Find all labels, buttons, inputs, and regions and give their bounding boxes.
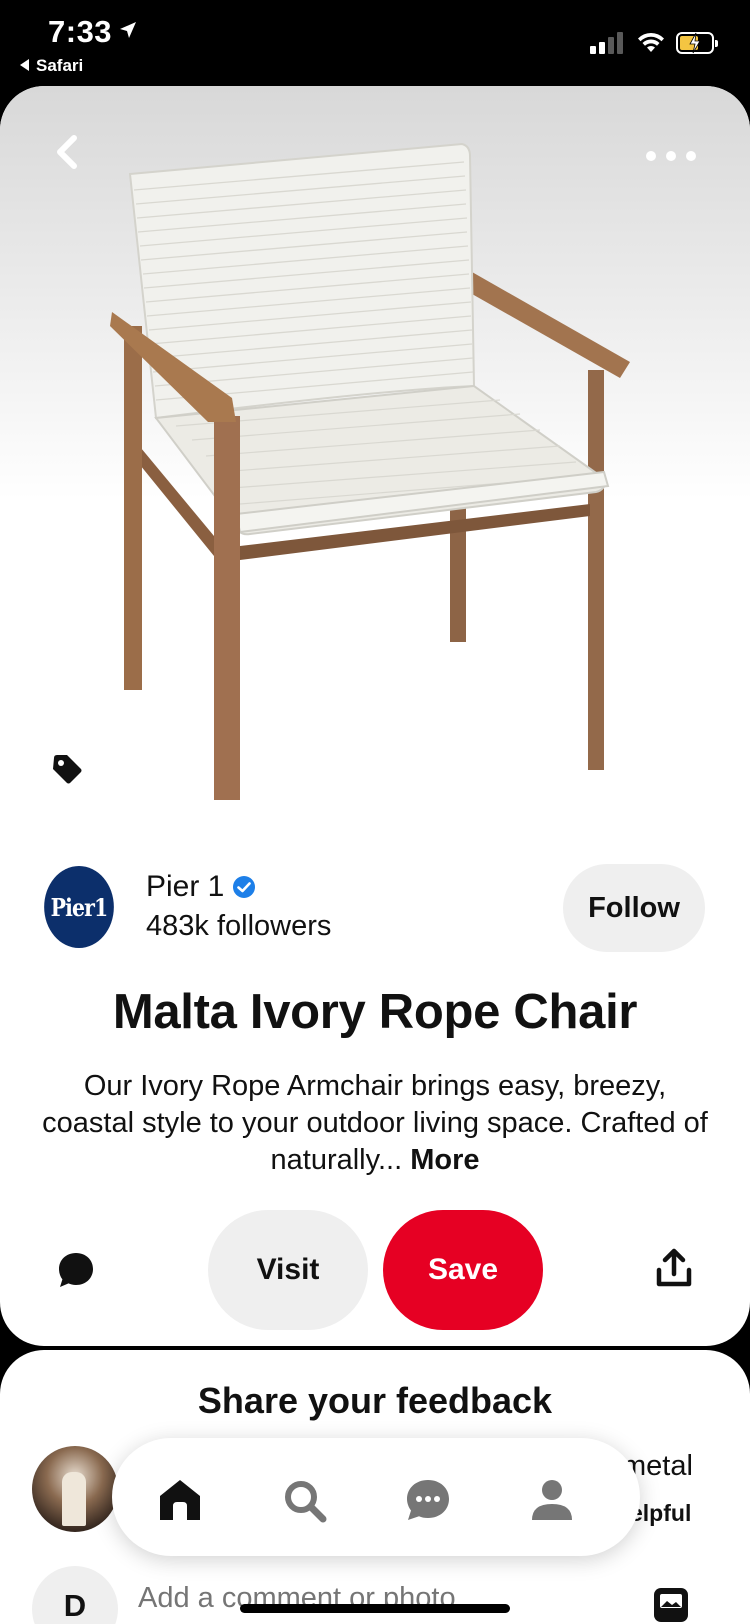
signal-icon <box>590 32 628 54</box>
user-avatar[interactable]: D <box>32 1566 118 1624</box>
feedback-title: Share your feedback <box>197 1380 553 1421</box>
wifi-icon <box>638 32 664 52</box>
commenter-avatar[interactable] <box>32 1446 118 1532</box>
save-button[interactable]: Save <box>383 1210 543 1330</box>
follower-count: 483k followers <box>146 910 332 942</box>
verified-badge-icon <box>233 876 256 898</box>
profile-icon[interactable] <box>528 1476 576 1524</box>
pin-title: Malta Ivory Rope Chair <box>112 985 638 1039</box>
creator-row: Pier1 Pier 1 483k followers Follow <box>38 864 718 954</box>
visit-button[interactable]: Visit <box>208 1210 368 1330</box>
description-text: Our Ivory Rope Armchair brings easy, bre… <box>42 1070 708 1176</box>
creator-name-text: Pier 1 <box>146 870 225 903</box>
chevron-left-icon[interactable] <box>48 130 88 174</box>
pin-description: Our Ivory Rope Armchair brings easy, bre… <box>40 1068 710 1179</box>
tag-icon[interactable] <box>50 752 84 786</box>
more-dots-icon[interactable] <box>646 148 696 164</box>
pin-card: Pier1 Pier 1 483k followers Follow Malta… <box>0 86 750 1346</box>
back-to-safari[interactable]: Safari <box>20 56 83 76</box>
status-time: 7:33 <box>48 14 113 49</box>
location-arrow-icon <box>120 22 136 38</box>
creator-logo[interactable]: Pier1 <box>44 866 114 948</box>
chair-illustration <box>110 142 630 838</box>
creator-name[interactable]: Pier 1 <box>146 870 256 904</box>
home-indicator <box>240 1604 510 1613</box>
back-app-label: Safari <box>36 56 84 75</box>
messages-icon[interactable] <box>404 1476 452 1524</box>
home-icon[interactable] <box>156 1476 204 1524</box>
follow-button[interactable]: Follow <box>563 864 705 952</box>
share-icon[interactable] <box>655 1248 693 1288</box>
more-link[interactable]: More <box>410 1144 479 1176</box>
status-bar: 7:33 Safari <box>0 0 750 86</box>
photo-icon[interactable] <box>652 1586 690 1624</box>
add-comment-row: D <box>0 1560 750 1624</box>
pin-image[interactable] <box>0 86 750 838</box>
comment-icon[interactable] <box>56 1250 96 1290</box>
action-row: Visit Save <box>0 1210 750 1330</box>
search-icon[interactable] <box>280 1476 328 1524</box>
bottom-nav <box>112 1438 640 1556</box>
battery-icon <box>676 32 718 54</box>
